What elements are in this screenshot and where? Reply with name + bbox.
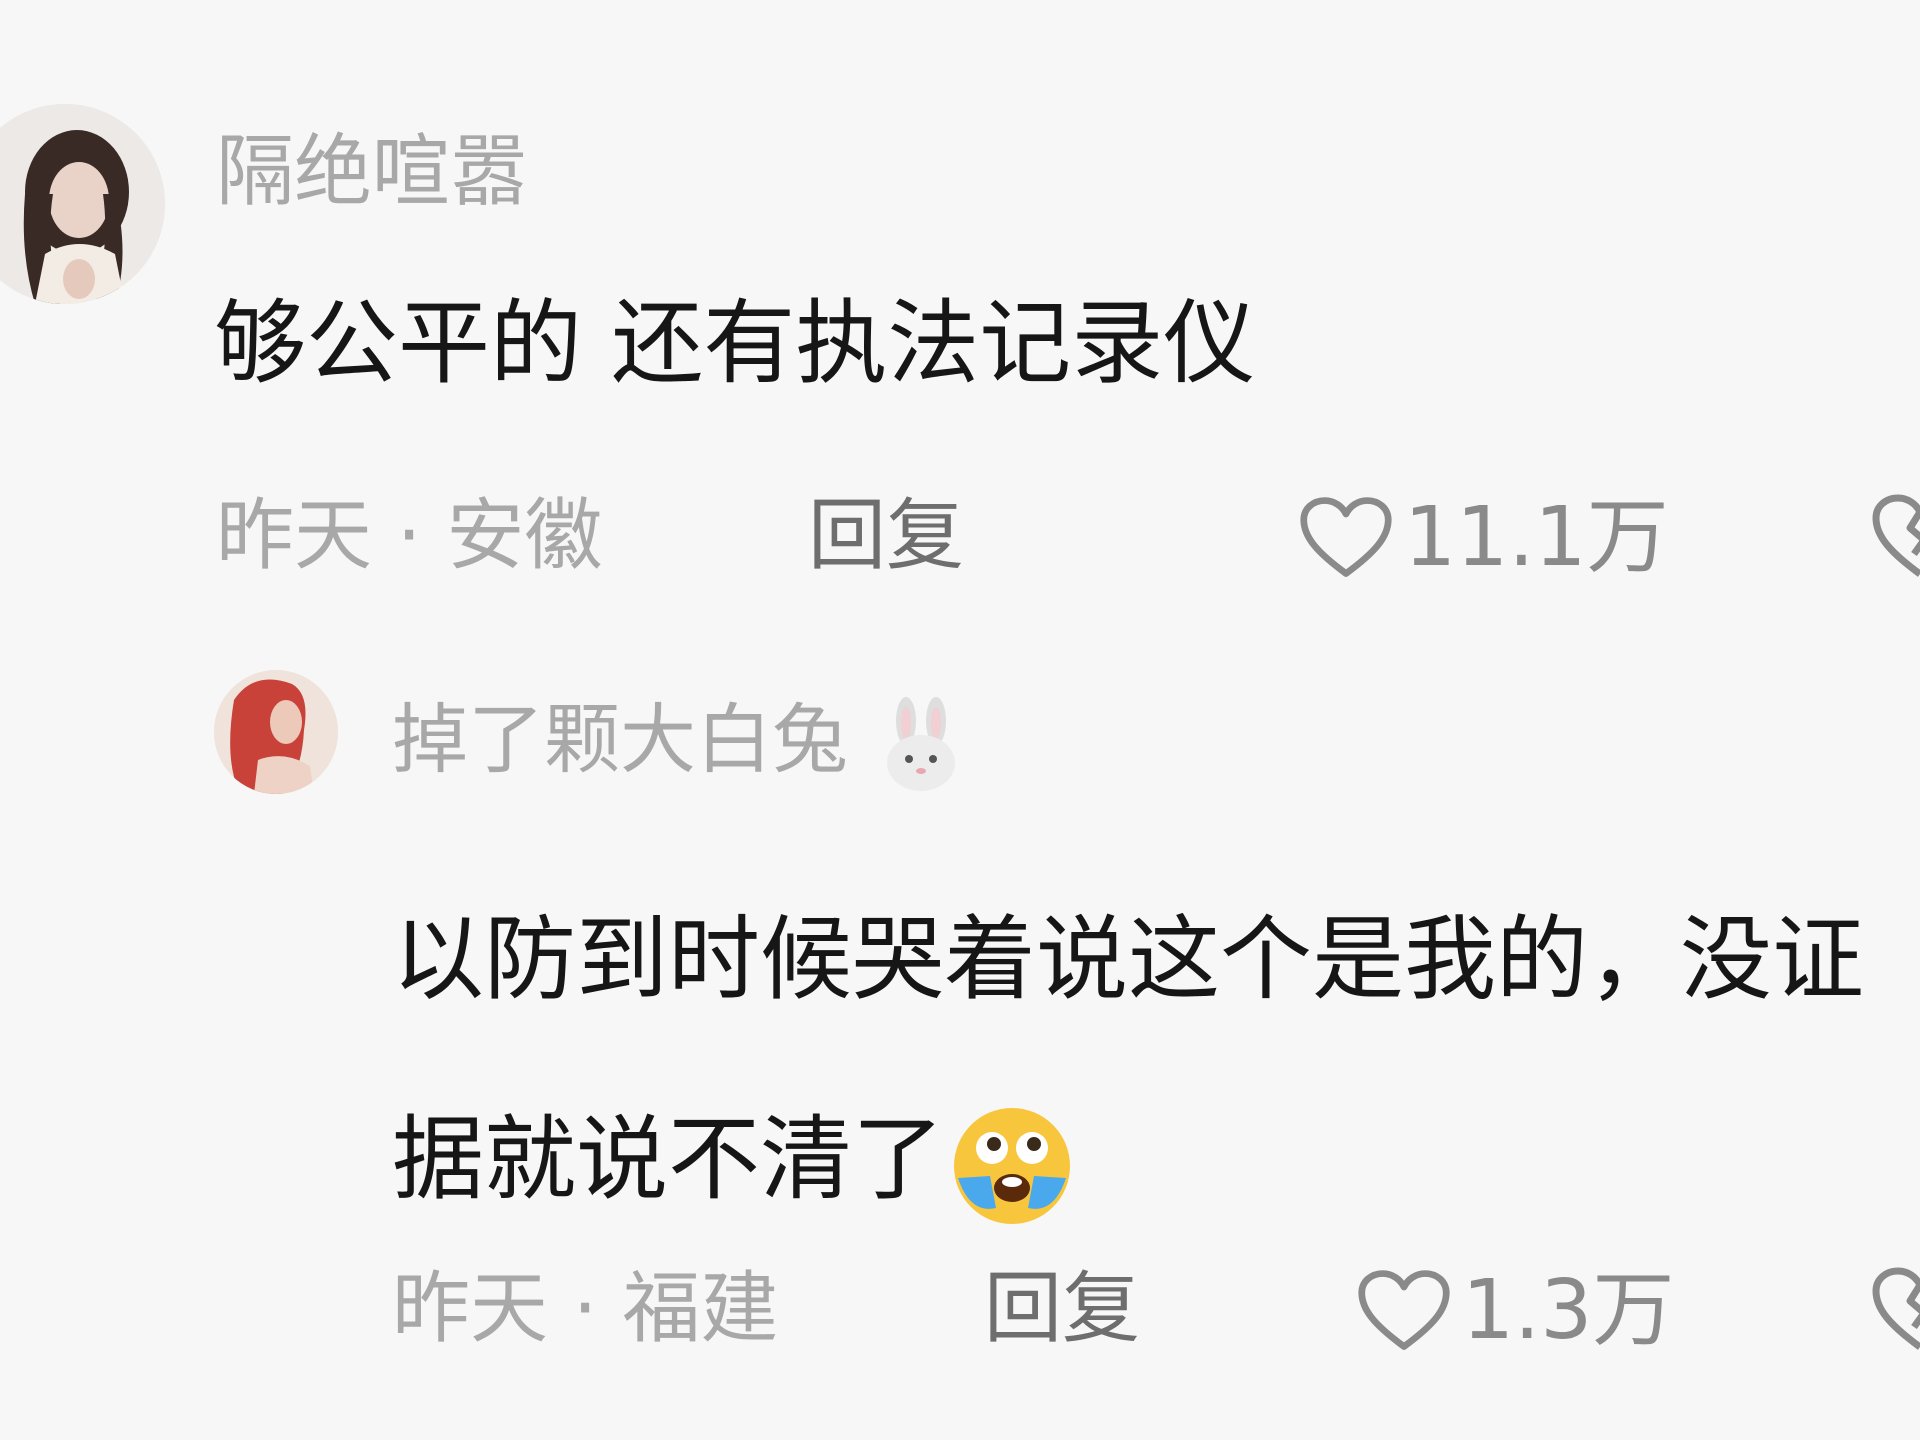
like-count: 1.3万 bbox=[1462, 1263, 1675, 1358]
comment-meta: 昨天 · 安徽 bbox=[216, 491, 603, 581]
heart-icon bbox=[1358, 1270, 1450, 1350]
reply-button[interactable]: 回复 bbox=[984, 1270, 1140, 1348]
comment-meta: 昨天 · 福建 bbox=[392, 1264, 779, 1354]
dislike-button[interactable] bbox=[1868, 492, 1920, 586]
broken-heart-icon bbox=[1872, 1267, 1920, 1350]
laughing-crying-emoji bbox=[954, 1107, 1071, 1224]
dislike-button[interactable] bbox=[1868, 1265, 1920, 1359]
broken-heart-icon bbox=[1872, 494, 1920, 577]
comment-text: 够公平的 还有执法记录仪 bbox=[214, 290, 1256, 397]
username[interactable]: 掉了颗大白兔 bbox=[392, 697, 966, 793]
like-button[interactable]: 1.3万 bbox=[1356, 1266, 1674, 1356]
rabbit-face-icon bbox=[887, 697, 956, 791]
username-text: 掉了颗大白兔 bbox=[392, 695, 848, 784]
like-button[interactable]: 11.1万 bbox=[1298, 493, 1669, 583]
comment-text: 以防到时候哭着说这个是我的，没证据就说不清了 bbox=[392, 860, 1892, 1260]
like-count: 11.1万 bbox=[1404, 490, 1669, 585]
heart-icon bbox=[1300, 497, 1392, 577]
avatar-image-icon bbox=[214, 670, 338, 794]
comment-text-body: 以防到时候哭着说这个是我的，没证据就说不清了 bbox=[392, 906, 1865, 1213]
reply-button[interactable]: 回复 bbox=[808, 497, 964, 575]
user-avatar[interactable] bbox=[0, 104, 165, 304]
user-avatar[interactable] bbox=[214, 670, 338, 794]
username[interactable]: 隔绝喧嚣 bbox=[216, 133, 528, 211]
avatar-image-icon bbox=[0, 104, 165, 304]
